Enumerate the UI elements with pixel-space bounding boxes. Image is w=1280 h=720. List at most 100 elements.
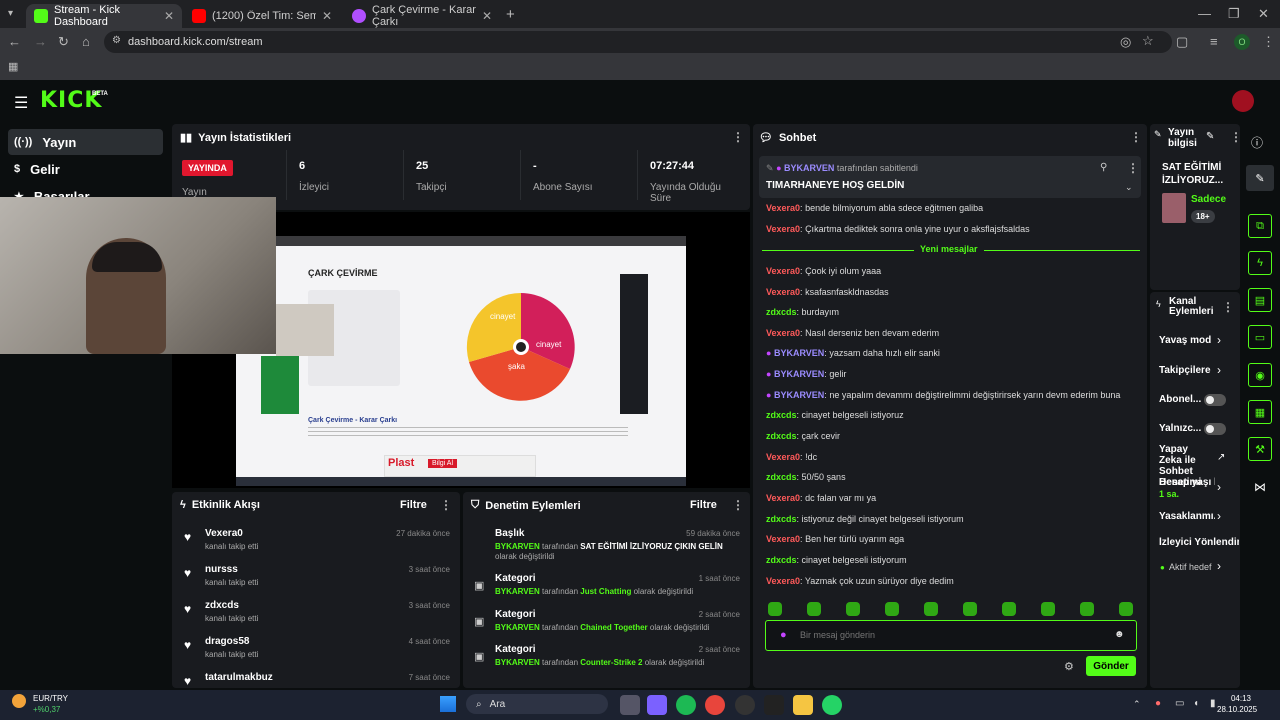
- bolt-rail-icon[interactable]: ϟ: [1248, 251, 1272, 275]
- emote-icon[interactable]: [768, 602, 782, 616]
- subs-only-toggle[interactable]: [1204, 394, 1226, 406]
- chrome-icon[interactable]: [705, 695, 725, 715]
- chat-username[interactable]: zdxcds: [766, 431, 797, 441]
- stats-menu-icon[interactable]: ⋮: [732, 130, 744, 144]
- chat-username[interactable]: zdxcds: [766, 307, 797, 317]
- emote-icon[interactable]: [1041, 602, 1055, 616]
- user-avatar[interactable]: [1232, 90, 1254, 112]
- external-link-icon[interactable]: ↗: [1217, 452, 1225, 463]
- feed-user[interactable]: nursss: [205, 564, 238, 575]
- emote-only-toggle[interactable]: [1204, 423, 1226, 435]
- share-rail-icon[interactable]: ⋈: [1254, 480, 1266, 494]
- chat-rail-icon[interactable]: ▭: [1248, 325, 1272, 349]
- mod-user[interactable]: BYKARVEN: [495, 658, 540, 667]
- actions-menu-icon[interactable]: ⋮: [1222, 300, 1234, 314]
- back-icon[interactable]: ←: [8, 34, 21, 49]
- pinned-menu-icon[interactable]: ⋮: [1127, 161, 1139, 175]
- nav-item-yayin[interactable]: ((·)) Yayın: [8, 129, 163, 155]
- close-tab-icon[interactable]: ✕: [164, 9, 174, 23]
- edit-info-icon[interactable]: ✎: [1206, 131, 1214, 142]
- chat-message-input[interactable]: [800, 627, 1100, 643]
- feed-menu-icon[interactable]: ⋮: [440, 498, 452, 512]
- reload-icon[interactable]: ↻: [58, 34, 69, 50]
- chat-username[interactable]: zdxcds: [766, 410, 797, 420]
- tray-mic-icon[interactable]: ●: [1155, 698, 1161, 709]
- epic-icon[interactable]: [764, 695, 784, 715]
- chat-username[interactable]: zdxcds: [766, 555, 797, 565]
- tab-wheel[interactable]: Çark Çevirme - Karar Çarkı ✕: [344, 4, 500, 28]
- nav-item-gelir[interactable]: $ Gelir: [8, 156, 163, 182]
- feed-filter-button[interactable]: Filtre: [400, 499, 427, 511]
- close-window-icon[interactable]: ✕: [1258, 6, 1269, 22]
- unpin-icon[interactable]: ⚲: [1100, 162, 1107, 173]
- chevron-right-icon[interactable]: ›: [1217, 509, 1221, 523]
- tray-battery-icon[interactable]: ▮: [1210, 698, 1216, 709]
- tab-youtube[interactable]: (1200) Özel Tim: Semender | 1... ✕: [184, 4, 340, 28]
- profile-avatar[interactable]: O: [1234, 34, 1250, 50]
- chat-username[interactable]: Vexera0: [766, 203, 800, 213]
- emote-icon[interactable]: [807, 602, 821, 616]
- minimize-icon[interactable]: —: [1198, 6, 1211, 21]
- chat-username[interactable]: Vexera0: [766, 576, 800, 586]
- clock-time[interactable]: 04:13: [1221, 694, 1251, 703]
- clock-date[interactable]: 28.10.2025: [1217, 705, 1257, 714]
- feed-user[interactable]: Vexera0: [205, 528, 243, 539]
- emote-icon[interactable]: [1119, 602, 1133, 616]
- raid-label[interactable]: İzleyici Yönlendir: [1159, 537, 1239, 548]
- wrench-rail-icon[interactable]: ⚒: [1248, 437, 1272, 461]
- task-view-icon[interactable]: [620, 695, 640, 715]
- chat-username[interactable]: Vexera0: [766, 287, 800, 297]
- chevron-right-icon[interactable]: ›: [1217, 480, 1221, 494]
- feed-user[interactable]: dragos58: [205, 636, 249, 647]
- account-age-label[interactable]: Hesap yaşı l: [1159, 477, 1215, 488]
- mod-filter-button[interactable]: Filtre: [690, 499, 717, 511]
- chat-username[interactable]: Vexera0: [766, 328, 800, 338]
- active-goal-label[interactable]: Aktif hedef: [1169, 562, 1212, 572]
- followers-only-label[interactable]: Takipçilere ...: [1159, 365, 1213, 376]
- home-icon[interactable]: ⌂: [82, 34, 90, 49]
- currency-widget-icon[interactable]: [12, 694, 26, 708]
- tab-kick-dashboard[interactable]: Stream - Kick Dashboard ✕: [26, 4, 182, 28]
- chevron-right-icon[interactable]: ›: [1217, 559, 1221, 573]
- banned-label[interactable]: Yasaklanmı...: [1159, 511, 1215, 522]
- url-input[interactable]: dashboard.kick.com/stream: [104, 31, 1172, 53]
- chevron-right-icon[interactable]: ›: [1217, 363, 1221, 377]
- emote-icon[interactable]: [963, 602, 977, 616]
- whatsapp-icon[interactable]: [822, 695, 842, 715]
- site-info-icon[interactable]: ⚙: [112, 35, 121, 46]
- m365-icon[interactable]: [647, 695, 667, 715]
- chat-username[interactable]: BYKARVEN: [774, 390, 824, 400]
- tray-volume-icon[interactable]: ◖: [1193, 698, 1199, 709]
- feed-user[interactable]: zdxcds: [205, 600, 239, 611]
- chat-username[interactable]: zdxcds: [766, 514, 797, 524]
- close-tab-icon[interactable]: ✕: [322, 9, 332, 23]
- emote-icon[interactable]: [924, 602, 938, 616]
- chat-menu-icon[interactable]: ⋮: [1130, 130, 1142, 144]
- extensions-icon[interactable]: ▢: [1176, 34, 1188, 50]
- info-menu-icon[interactable]: ⋮: [1230, 130, 1242, 144]
- tray-network-icon[interactable]: ▭: [1175, 698, 1184, 709]
- mod-user[interactable]: BYKARVEN: [495, 623, 540, 632]
- clip-rail-icon[interactable]: ⧉: [1248, 214, 1272, 238]
- chat-username[interactable]: Vexera0: [766, 224, 800, 234]
- chat-username[interactable]: BYKARVEN: [774, 369, 824, 379]
- apps-grid-icon[interactable]: ▦: [8, 60, 18, 73]
- emote-icon[interactable]: [846, 602, 860, 616]
- bookmark-star-icon[interactable]: ☆: [1142, 33, 1154, 49]
- taskbar-search[interactable]: ⌕ Ara: [466, 694, 608, 714]
- broadcast-rail-icon[interactable]: ◉: [1248, 363, 1272, 387]
- close-tab-icon[interactable]: ✕: [482, 9, 492, 23]
- chat-username[interactable]: BYKARVEN: [774, 348, 824, 358]
- mic-icon[interactable]: ●: [780, 629, 787, 641]
- emote-icon[interactable]: [885, 602, 899, 616]
- mod-user[interactable]: BYKARVEN: [495, 542, 540, 551]
- new-tab-icon[interactable]: +: [506, 6, 515, 23]
- spotify-icon[interactable]: [676, 695, 696, 715]
- info-circle-icon[interactable]: ⓘ: [1251, 134, 1263, 151]
- send-button[interactable]: Gönder: [1086, 656, 1136, 676]
- expand-chevron-icon[interactable]: ⌄: [1125, 182, 1133, 193]
- chat-username[interactable]: zdxcds: [766, 472, 797, 482]
- windows-start-icon[interactable]: [440, 696, 456, 712]
- chat-username[interactable]: Vexera0: [766, 266, 800, 276]
- doc-rail-icon[interactable]: ▤: [1248, 288, 1272, 312]
